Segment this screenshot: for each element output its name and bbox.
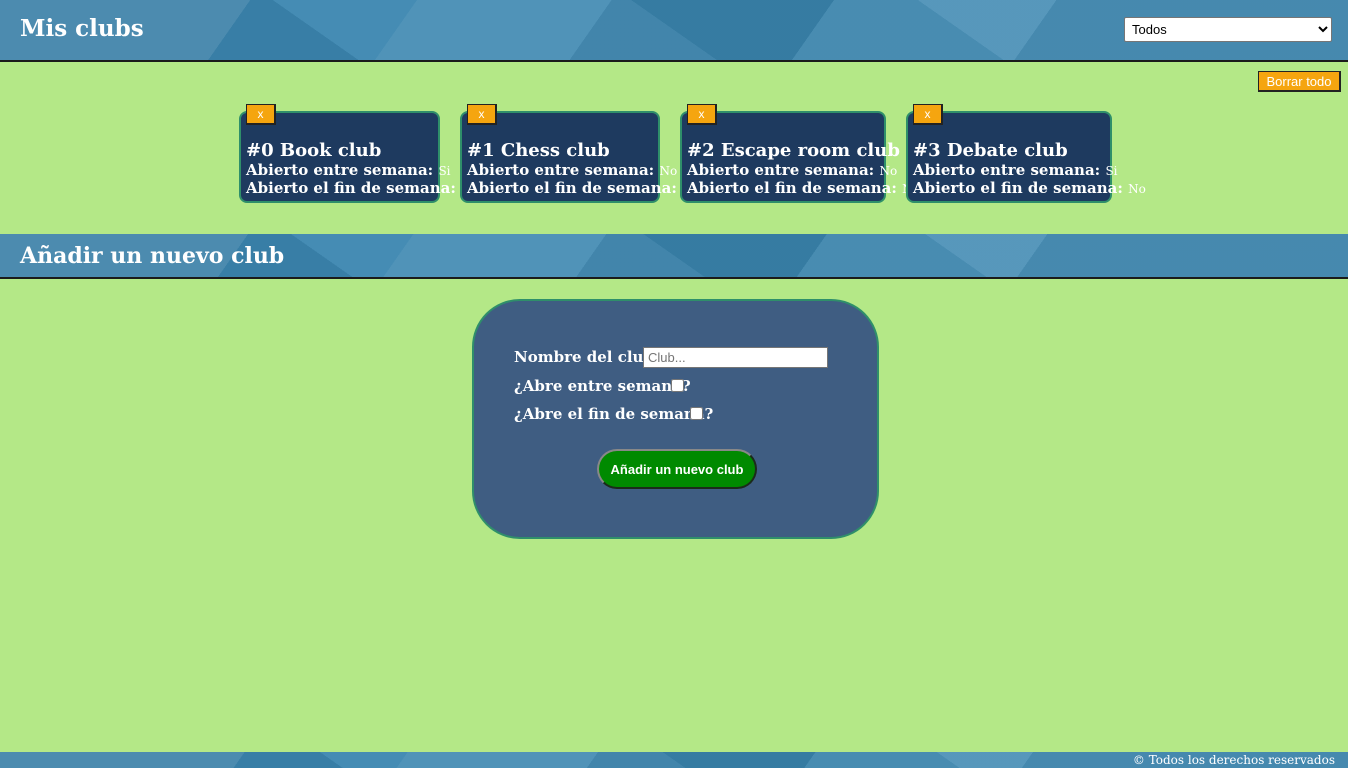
weekday-row: Abierto entre semana: No (687, 161, 897, 179)
weekday-question-label: ¿Abre entre semana? (514, 377, 691, 395)
club-card: x #0 Book club Abierto entre semana: Si … (239, 104, 473, 203)
club-title: #0 Book club (246, 140, 382, 161)
club-name-input[interactable] (643, 347, 828, 368)
club-title: #1 Chess club (467, 140, 610, 161)
weekend-row: Abierto el fin de semana: No (687, 179, 920, 197)
page-title: Mis clubs (20, 15, 144, 42)
weekend-label: Abierto el fin de semana: (913, 179, 1123, 197)
weekday-label: Abierto entre semana: (687, 161, 875, 179)
clear-all-button[interactable]: Borrar todo (1258, 71, 1341, 92)
add-club-title: Añadir un nuevo club (20, 243, 285, 269)
weekday-label: Abierto entre semana: (467, 161, 655, 179)
weekday-label: Abierto entre semana: (913, 161, 1101, 179)
club-name-label: Nombre del club: (514, 348, 660, 366)
weekday-value: No (659, 164, 678, 178)
club-title: #2 Escape room club (687, 140, 900, 161)
weekend-question-label: ¿Abre el fin de semana? (514, 405, 714, 423)
club-filter-select[interactable]: Todos (1124, 17, 1332, 42)
club-card: x #2 Escape room club Abierto entre sema… (680, 104, 920, 203)
weekday-value: Si (438, 164, 451, 178)
remove-club-button[interactable]: x (687, 104, 717, 125)
club-card: x #3 Debate club Abierto entre semana: S… (906, 104, 1146, 203)
weekend-label: Abierto el fin de semana: (246, 179, 456, 197)
weekend-value: No (1128, 182, 1146, 196)
club-title: #3 Debate club (913, 140, 1068, 161)
remove-club-button[interactable]: x (246, 104, 276, 125)
weekday-value: Si (1105, 164, 1118, 178)
weekday-row: Abierto entre semana: Si (913, 161, 1118, 179)
page-footer: © Todos los derechos reservados (0, 752, 1348, 768)
remove-club-button[interactable]: x (913, 104, 943, 125)
add-club-section-header: Añadir un nuevo club (0, 234, 1348, 279)
weekday-value: No (879, 164, 898, 178)
remove-club-button[interactable]: x (467, 104, 497, 125)
weekday-row: Abierto entre semana: Si (246, 161, 451, 179)
add-club-button[interactable]: Añadir un nuevo club (597, 449, 757, 489)
weekday-label: Abierto entre semana: (246, 161, 434, 179)
copyright-text: © Todos los derechos reservados (1132, 753, 1335, 767)
weekend-label: Abierto el fin de semana: (467, 179, 677, 197)
weekend-label: Abierto el fin de semana: (687, 179, 897, 197)
weekday-row: Abierto entre semana: No (467, 161, 677, 179)
weekday-checkbox[interactable] (671, 379, 684, 392)
top-header: Mis clubs Todos (0, 0, 1348, 62)
weekend-row: Abierto el fin de semana: No (913, 179, 1146, 197)
add-club-form: Nombre del club: ¿Abre entre semana? ¿Ab… (472, 299, 879, 539)
weekend-checkbox[interactable] (690, 407, 703, 420)
weekend-row: Abierto el fin de semana: Si (467, 179, 694, 197)
weekend-row: Abierto el fin de semana: Si (246, 179, 473, 197)
club-card: x #1 Chess club Abierto entre semana: No… (460, 104, 694, 203)
